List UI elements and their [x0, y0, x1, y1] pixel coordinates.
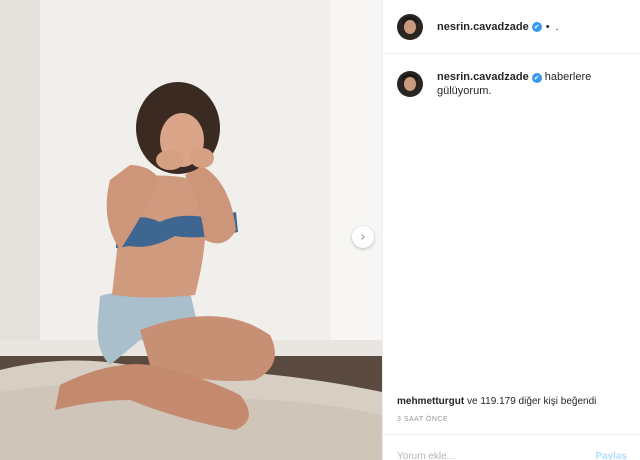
avatar[interactable] — [397, 13, 423, 40]
post-modal: › nesrin.cavadzade ✔ • . nesrin.cavadzad… — [0, 0, 640, 460]
post-caption: nesrin.cavadzade ✔ haberlere gülüyorum. — [397, 70, 627, 98]
comment-bar: Yorum ekle... Paylaş — [383, 434, 640, 460]
post-photo[interactable]: › — [0, 0, 382, 460]
share-button[interactable]: Paylaş — [595, 451, 627, 460]
chevron-right-icon: › — [360, 229, 366, 245]
avatar-image — [397, 13, 423, 40]
follow-button[interactable]: . — [556, 21, 559, 33]
likes-user[interactable]: mehmetturgut — [397, 396, 464, 407]
post-timestamp[interactable]: 3 SAAT ÖNCE — [397, 416, 448, 423]
caption-avatar[interactable] — [397, 71, 423, 97]
likes-summary[interactable]: mehmetturgut ve 119.179 diğer kişi beğen… — [397, 396, 596, 407]
header-separator: • — [545, 20, 550, 33]
caption-verified-badge-icon: ✔ — [531, 73, 542, 83]
verified-badge-icon: ✔ — [531, 21, 542, 32]
likes-count-text: ve 119.179 diğer kişi beğendi — [467, 396, 597, 407]
post-side-panel: nesrin.cavadzade ✔ • . nesrin.cavadzade ✔… — [382, 0, 640, 460]
photo-illustration — [0, 0, 382, 460]
header-username[interactable]: nesrin.cavadzade — [437, 21, 529, 33]
caption-username[interactable]: nesrin.cavadzade — [437, 71, 529, 83]
comment-input[interactable]: Yorum ekle... — [397, 451, 577, 460]
caption-avatar-image — [397, 71, 423, 97]
post-header: nesrin.cavadzade ✔ • . — [383, 0, 640, 54]
caption-text-block: nesrin.cavadzade ✔ haberlere gülüyorum. — [437, 70, 627, 98]
next-photo-button[interactable]: › — [352, 226, 374, 248]
